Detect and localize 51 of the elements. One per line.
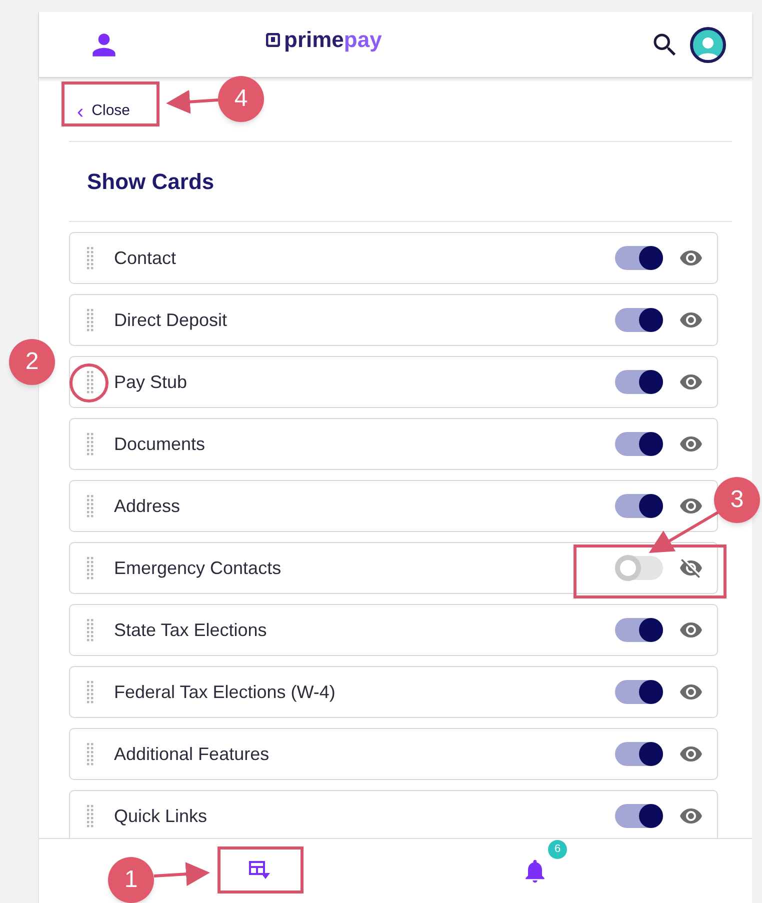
toggle-switch[interactable] <box>615 680 663 704</box>
drag-handle-icon[interactable] <box>87 246 94 270</box>
drag-handle-icon[interactable] <box>87 742 94 766</box>
toggle-switch[interactable] <box>615 804 663 828</box>
card-row[interactable]: Additional Features <box>69 728 718 780</box>
card-label: Documents <box>114 432 206 456</box>
card-label: Pay Stub <box>114 370 188 394</box>
card-row[interactable]: Contact <box>69 232 718 284</box>
notification-badge: 6 <box>548 840 567 859</box>
toggle-switch[interactable] <box>615 246 663 270</box>
card-row[interactable]: Quick Links <box>69 790 718 838</box>
card-row[interactable]: Pay Stub <box>69 356 718 408</box>
highlight-circle <box>70 364 108 402</box>
card-label: Emergency Contacts <box>114 556 282 580</box>
drag-handle-icon[interactable] <box>87 370 94 394</box>
toggle-switch[interactable] <box>615 308 663 332</box>
eye-off-icon[interactable] <box>679 556 703 580</box>
card-label: State Tax Elections <box>114 618 267 642</box>
callout-arrow <box>154 862 210 886</box>
toggle-switch[interactable] <box>615 618 663 642</box>
drag-handle-icon[interactable] <box>87 432 94 456</box>
toggle-switch[interactable] <box>615 556 663 580</box>
card-label: Address <box>114 494 180 518</box>
callout-number: 2 <box>9 339 55 385</box>
drag-handle-icon[interactable] <box>87 680 94 704</box>
toggle-switch[interactable] <box>615 370 663 394</box>
card-row[interactable]: Documents <box>69 418 718 470</box>
card-row[interactable]: Federal Tax Elections (W-4) <box>69 666 718 718</box>
drag-handle-icon[interactable] <box>87 804 94 828</box>
section-title: Show Cards <box>87 168 214 196</box>
card-label: Additional Features <box>114 742 270 766</box>
toggle-switch[interactable] <box>615 432 663 456</box>
card-row[interactable]: Emergency Contacts <box>69 542 718 594</box>
table-filter-icon[interactable] <box>249 861 271 881</box>
callout-arrow <box>166 90 218 114</box>
toggle-switch[interactable] <box>615 494 663 518</box>
card-label: Federal Tax Elections (W-4) <box>114 680 336 704</box>
logo: primepay <box>266 23 382 56</box>
card-row[interactable]: State Tax Elections <box>69 604 718 656</box>
card-label: Quick Links <box>114 804 208 828</box>
drag-handle-icon[interactable] <box>87 308 94 332</box>
drag-handle-icon[interactable] <box>87 556 94 580</box>
drag-handle-icon[interactable] <box>87 494 94 518</box>
card-label: Contact <box>114 246 176 270</box>
card-row[interactable]: Address <box>69 480 718 532</box>
card-row[interactable]: Direct Deposit <box>69 294 718 346</box>
drag-handle-icon[interactable] <box>87 618 94 642</box>
card-label: Direct Deposit <box>114 308 228 332</box>
toggle-switch[interactable] <box>615 742 663 766</box>
close-link[interactable]: ‹ Close <box>77 100 130 123</box>
avatar-icon[interactable] <box>690 26 726 62</box>
